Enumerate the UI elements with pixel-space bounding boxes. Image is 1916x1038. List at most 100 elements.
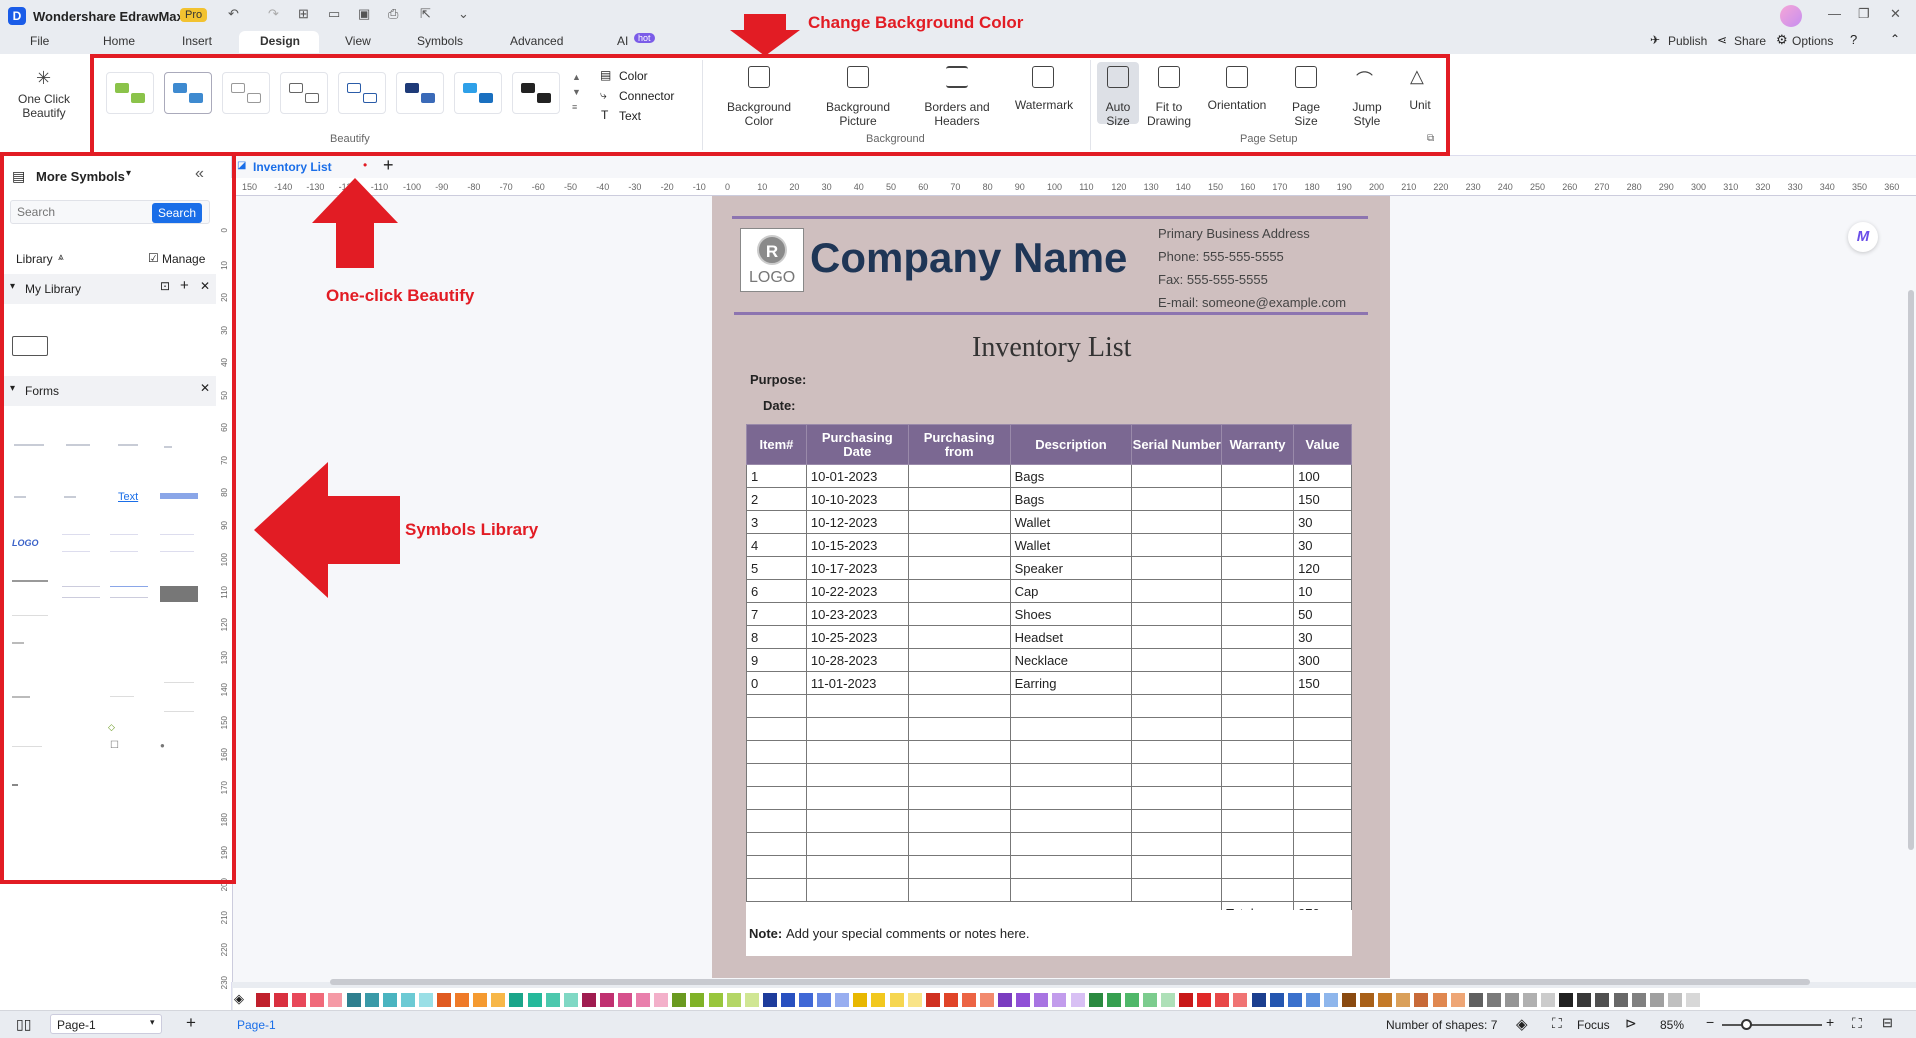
color-swatch[interactable] (1287, 993, 1302, 1007)
color-swatch[interactable] (1323, 993, 1338, 1007)
table-row[interactable]: 8 10-25-2023 Headset 30 (746, 625, 1352, 649)
color-swatch[interactable] (1269, 993, 1284, 1007)
table-cell[interactable] (907, 487, 1011, 511)
table-cell[interactable] (1131, 809, 1223, 833)
color-swatch[interactable] (1559, 993, 1574, 1007)
table-cell[interactable] (1131, 694, 1223, 718)
color-swatch[interactable] (1052, 993, 1067, 1007)
help-icon[interactable]: ? (1850, 32, 1857, 47)
table-cell[interactable] (1131, 717, 1223, 741)
table-cell[interactable] (1131, 832, 1223, 856)
table-cell[interactable]: Bags (1009, 464, 1133, 488)
table-cell[interactable] (746, 832, 807, 856)
table-cell[interactable] (1131, 786, 1223, 810)
table-cell[interactable] (1221, 464, 1295, 488)
table-cell[interactable] (1009, 786, 1133, 810)
color-swatch[interactable] (1251, 993, 1266, 1007)
table-row[interactable]: 1 10-01-2023 Bags 100 (746, 464, 1352, 488)
table-cell[interactable] (907, 602, 1011, 626)
color-swatch[interactable] (491, 993, 506, 1007)
table-cell[interactable] (1131, 533, 1223, 557)
avatar[interactable] (1780, 5, 1802, 27)
table-cell[interactable] (1221, 855, 1295, 879)
table-row[interactable]: 2 10-10-2023 Bags 150 (746, 487, 1352, 511)
horizontal-scrollbar[interactable] (330, 979, 1810, 985)
color-swatch[interactable] (907, 993, 922, 1007)
table-cell[interactable]: 10-25-2023 (805, 625, 909, 649)
table-cell[interactable]: 1 (746, 464, 807, 488)
table-cell[interactable] (1221, 556, 1295, 580)
table-cell[interactable] (1131, 487, 1223, 511)
table-cell[interactable] (907, 579, 1011, 603)
table-cell[interactable]: 10-01-2023 (805, 464, 909, 488)
doc-tab-inventory-list[interactable]: Inventory List (253, 160, 332, 174)
table-cell[interactable] (1221, 763, 1295, 787)
table-cell[interactable] (746, 855, 807, 879)
table-cell[interactable] (907, 671, 1011, 695)
color-swatch[interactable] (654, 993, 669, 1007)
menu-home[interactable]: Home (103, 34, 135, 48)
table-cell[interactable] (1221, 602, 1295, 626)
add-page-icon[interactable]: + (186, 1013, 196, 1033)
table-cell[interactable] (805, 694, 909, 718)
table-cell[interactable]: Wallet (1009, 533, 1133, 557)
share-button[interactable]: Share (1734, 34, 1766, 48)
color-swatch[interactable] (455, 993, 470, 1007)
fill-bucket-icon[interactable]: ◈ (234, 991, 244, 1007)
color-swatch[interactable] (1577, 993, 1592, 1007)
table-cell[interactable] (1293, 786, 1352, 810)
table-cell[interactable]: 30 (1293, 625, 1352, 649)
table-cell[interactable] (1009, 740, 1133, 764)
menu-view[interactable]: View (345, 34, 371, 48)
color-swatch[interactable] (1541, 993, 1556, 1007)
one-click-beautify-button[interactable]: One Click Beautify (14, 92, 74, 120)
color-swatch[interactable] (418, 993, 433, 1007)
table-cell[interactable] (1221, 648, 1295, 672)
table-cell[interactable] (907, 855, 1011, 879)
table-cell[interactable] (805, 717, 909, 741)
color-swatch[interactable] (1595, 993, 1610, 1007)
menu-file[interactable]: File (30, 34, 49, 48)
table-cell[interactable]: 6 (746, 579, 807, 603)
table-cell[interactable] (1293, 717, 1352, 741)
table-cell[interactable] (1131, 740, 1223, 764)
color-swatch[interactable] (1034, 993, 1049, 1007)
color-swatch[interactable] (400, 993, 415, 1007)
table-cell[interactable]: 0 (746, 671, 807, 695)
logo-box[interactable]: R LOGO (740, 228, 804, 292)
table-cell[interactable] (1131, 855, 1223, 879)
open-icon[interactable]: ▭ (328, 6, 340, 22)
table-cell[interactable] (746, 786, 807, 810)
inventory-table[interactable]: Item# Purchasing Date Purchasing from Descr… (746, 424, 1352, 925)
table-cell[interactable]: 10-10-2023 (805, 487, 909, 511)
color-swatch[interactable] (1179, 993, 1194, 1007)
empty-table-row[interactable] (746, 786, 1352, 810)
table-cell[interactable] (746, 740, 807, 764)
table-cell[interactable]: 10-15-2023 (805, 533, 909, 557)
color-swatch[interactable] (1613, 993, 1628, 1007)
address-line-2[interactable]: Phone: 555-555-5555 (1158, 249, 1284, 264)
color-swatch[interactable] (980, 993, 994, 1007)
color-swatch[interactable] (708, 993, 723, 1007)
table-cell[interactable]: Earring (1009, 671, 1133, 695)
color-swatch[interactable] (1016, 993, 1031, 1007)
color-swatch[interactable] (726, 993, 741, 1007)
company-name[interactable]: Company Name (810, 234, 1127, 282)
table-cell[interactable]: 30 (1293, 533, 1352, 557)
color-swatch[interactable] (672, 993, 687, 1007)
table-row[interactable]: 4 10-15-2023 Wallet 30 (746, 533, 1352, 557)
table-cell[interactable] (746, 763, 807, 787)
color-swatch[interactable] (599, 993, 614, 1007)
color-swatch[interactable] (1631, 993, 1646, 1007)
table-cell[interactable] (907, 694, 1011, 718)
table-cell[interactable] (1221, 717, 1295, 741)
note-area[interactable]: Note: Add your special comments or notes… (746, 910, 1352, 956)
layers-icon[interactable]: ◈ (1516, 1015, 1528, 1033)
table-cell[interactable] (1131, 602, 1223, 626)
zoom-in-icon[interactable]: + (1826, 1014, 1834, 1030)
table-cell[interactable] (1221, 533, 1295, 557)
color-swatch[interactable] (1378, 993, 1393, 1007)
table-cell[interactable] (1221, 832, 1295, 856)
empty-table-row[interactable] (746, 832, 1352, 856)
table-cell[interactable] (907, 786, 1011, 810)
